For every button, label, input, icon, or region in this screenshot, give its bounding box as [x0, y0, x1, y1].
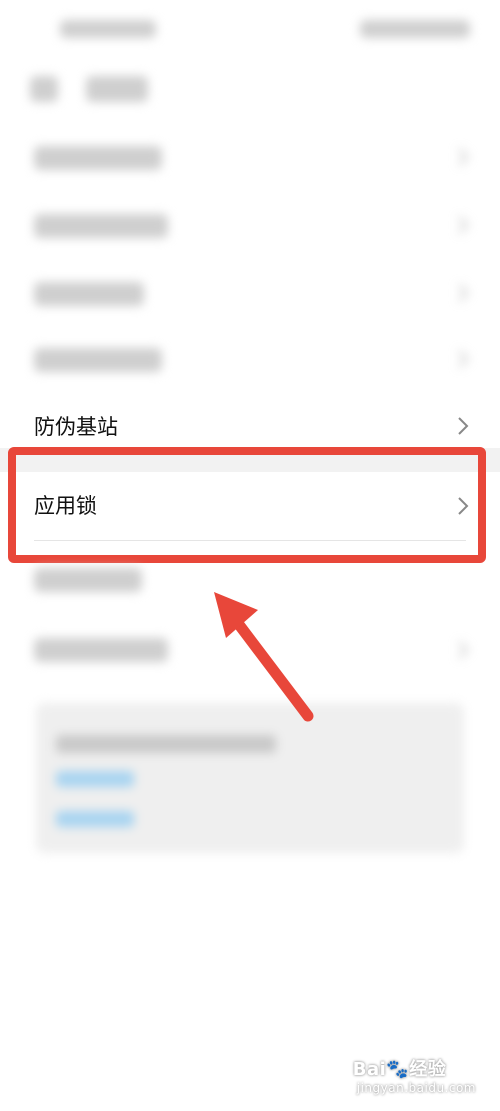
settings-row-label-blurred	[34, 146, 162, 170]
settings-row-label-blurred	[34, 348, 162, 372]
settings-row-label-blurred	[34, 638, 168, 662]
settings-row-blurred-4[interactable]	[0, 328, 500, 394]
watermark-url: jingyan.baidu.com	[356, 1081, 476, 1095]
watermark-suffix: 经验	[409, 1059, 447, 1080]
arrow-annotation-icon	[196, 586, 326, 726]
settings-row-blurred-3[interactable]	[0, 262, 500, 328]
chevron-right-icon	[456, 283, 470, 303]
status-bar-right-blurred	[360, 20, 470, 38]
settings-row-label-blurred	[34, 568, 142, 592]
info-card-text-blurred	[56, 735, 276, 753]
settings-row-blurred-1[interactable]	[0, 126, 500, 192]
chevron-right-icon	[456, 215, 470, 235]
settings-row-label-blurred	[34, 282, 144, 306]
settings-row-label: 防伪基站	[34, 415, 118, 439]
settings-row-blurred-2[interactable]	[0, 194, 500, 260]
info-card-link-blurred[interactable]	[56, 811, 134, 827]
settings-row-label-blurred	[34, 214, 168, 238]
chevron-right-icon	[456, 416, 470, 436]
watermark-brand: Bai	[352, 1059, 387, 1080]
chevron-right-icon	[456, 640, 470, 660]
chevron-right-icon	[456, 147, 470, 167]
info-card-link-blurred[interactable]	[56, 771, 134, 787]
chevron-right-icon	[456, 349, 470, 369]
baidu-watermark: Bai🐾经验 jingyan.baidu.com	[352, 1059, 476, 1095]
back-button[interactable]	[30, 76, 58, 102]
status-bar-left-blurred	[60, 20, 156, 38]
page-title-blurred	[86, 76, 148, 102]
